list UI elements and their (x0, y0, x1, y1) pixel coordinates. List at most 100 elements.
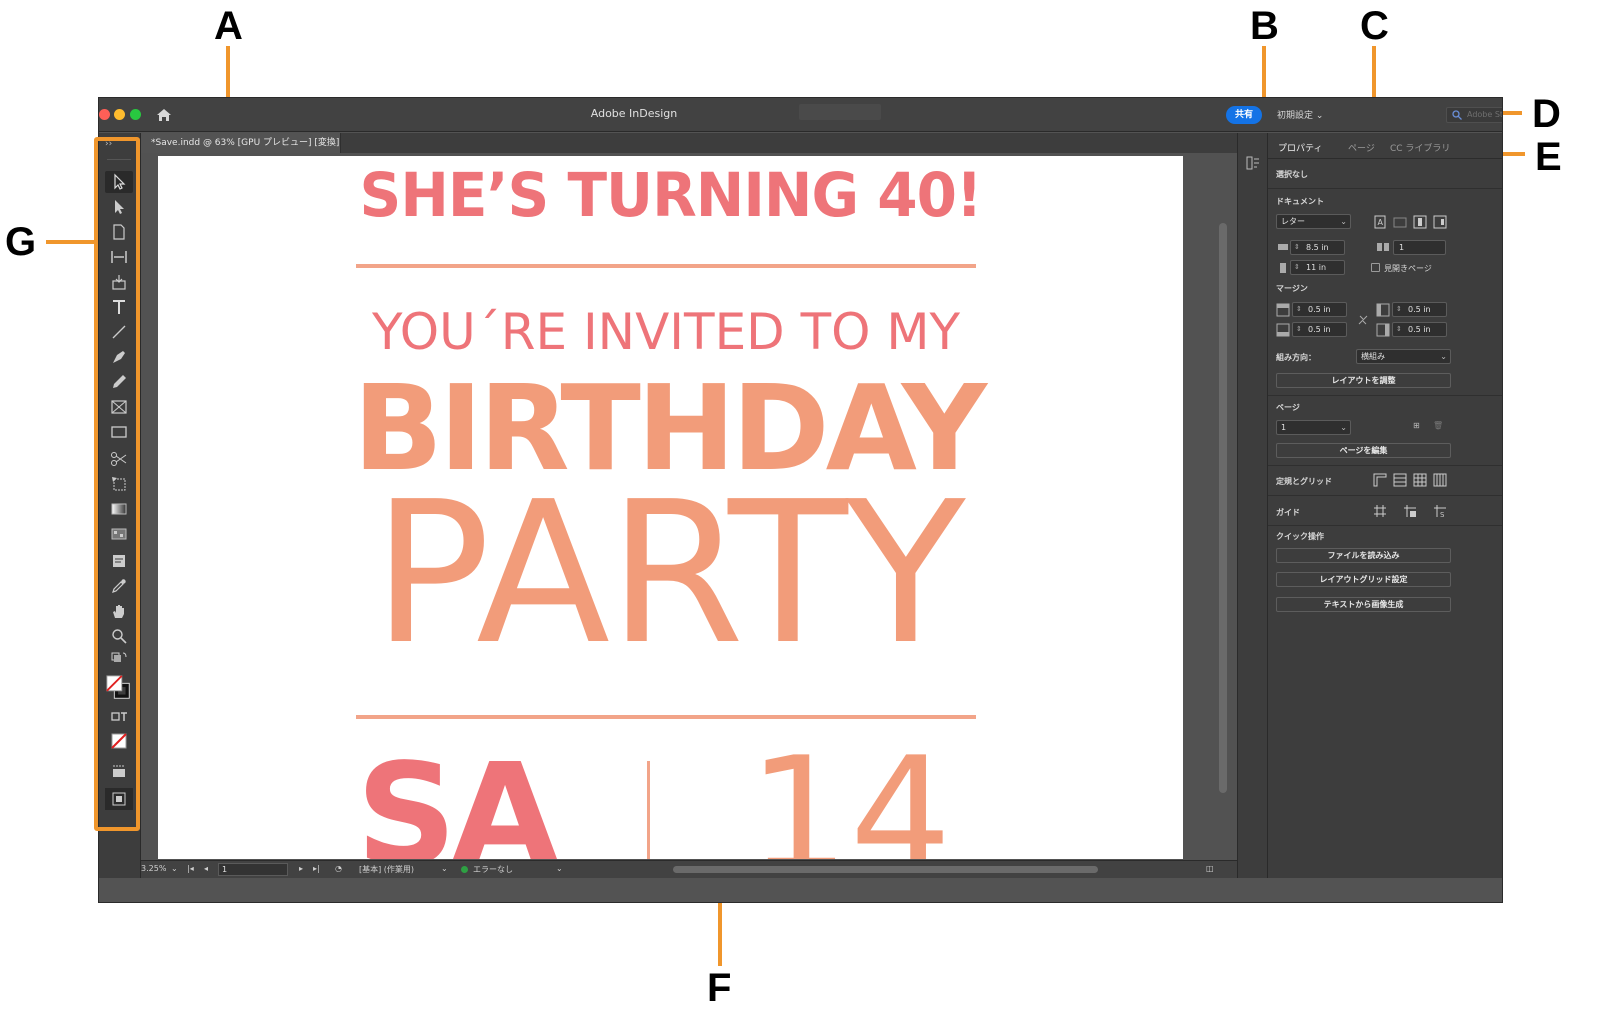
share-button[interactable]: 共有 (1226, 106, 1262, 124)
margin-left-field[interactable]: ⇕ 0.5 in (1392, 302, 1447, 317)
binding-right-icon[interactable] (1433, 215, 1447, 229)
svg-text:A: A (1378, 218, 1384, 227)
selection-status: 選択なし (1276, 170, 1308, 179)
properties-panel-icon[interactable] (1245, 155, 1261, 171)
margin-left-icon (1376, 303, 1390, 317)
margin-bottom-field[interactable]: ⇕ 0.5 in (1292, 322, 1347, 337)
horizontal-scrollbar[interactable] (673, 866, 1098, 873)
last-page-icon[interactable]: ▸| (313, 864, 320, 873)
height-field[interactable]: ⇕ 11 in (1290, 260, 1345, 275)
preflight-errors[interactable]: エラーなし (473, 864, 513, 875)
smart-guides-icon[interactable]: S (1433, 504, 1447, 518)
adjust-layout-button[interactable]: レイアウトを調整 (1276, 373, 1451, 388)
width-field[interactable]: ⇕ 8.5 in (1290, 240, 1345, 255)
window-bottom-strip (99, 878, 1502, 902)
errors-dropdown-icon[interactable]: ⌄ (556, 864, 563, 873)
adobe-stock-search[interactable]: Adobe Stock (1446, 107, 1503, 123)
page-size-value: レター (1281, 217, 1305, 226)
vertical-scrollbar[interactable] (1219, 223, 1227, 793)
page-size-select[interactable]: レター ⌄ (1276, 214, 1351, 229)
date-divider[interactable] (647, 761, 650, 859)
divider (1268, 188, 1502, 189)
stepper-icon: ⇕ (1396, 305, 1402, 313)
margin-top-field[interactable]: ⇕ 0.5 in (1292, 302, 1347, 317)
lock-guides-icon[interactable] (1403, 504, 1417, 518)
quick-actions-heading: クイック操作 (1276, 532, 1324, 541)
callout-g: G (5, 220, 37, 264)
pages-icon (1377, 243, 1389, 251)
edit-page-button[interactable]: ページを編集 (1276, 443, 1451, 458)
width-icon (1278, 244, 1288, 250)
pages-count-field[interactable]: 1 (1393, 240, 1446, 255)
landscape-icon[interactable] (1393, 215, 1407, 229)
import-file-button[interactable]: ファイルを読み込み (1276, 548, 1451, 563)
preflight-icon[interactable]: ◔ (335, 864, 342, 873)
baseline-grid-icon[interactable] (1393, 473, 1407, 487)
callout-g-line (46, 240, 96, 244)
link-margins-icon[interactable] (1356, 313, 1370, 327)
zoom-level[interactable]: 3.25% (141, 864, 166, 873)
callout-c: C (1360, 4, 1389, 48)
portrait-icon[interactable]: A (1373, 215, 1387, 229)
previous-page-icon[interactable]: ◂ (204, 864, 208, 873)
workspace-switcher[interactable]: 初期設定 ⌄ (1277, 108, 1323, 121)
chevron-down-icon: ⌄ (1340, 217, 1347, 226)
margin-bottom-value: 0.5 in (1308, 325, 1331, 334)
margin-top-value: 0.5 in (1308, 305, 1331, 314)
show-guides-icon[interactable] (1373, 504, 1387, 518)
pages-count-value: 1 (1399, 243, 1405, 252)
layout-grid-icon[interactable] (1433, 473, 1447, 487)
invitation-subheading[interactable]: YOU´RE INVITED TO MY (356, 303, 976, 361)
ruler-icon[interactable] (1373, 473, 1387, 487)
stepper-icon: ⇕ (1296, 325, 1302, 333)
callout-a: A (214, 4, 243, 48)
document-page[interactable]: SHE’S TURNING 40! YOU´RE INVITED TO MY B… (158, 156, 1183, 859)
chevron-down-icon: ⌄ (1440, 352, 1447, 361)
zoom-dropdown-icon[interactable]: ⌄ (171, 864, 178, 873)
title-search-field[interactable] (799, 104, 881, 120)
preflight-status-icon (461, 866, 468, 873)
profile-dropdown-icon[interactable]: ⌄ (441, 864, 448, 873)
document-grid-icon[interactable] (1413, 473, 1427, 487)
date-text[interactable]: 14 (748, 736, 952, 860)
party-text[interactable]: PARTY (353, 476, 983, 672)
tab-properties[interactable]: プロパティ (1278, 141, 1322, 154)
direction-value: 横組み (1361, 352, 1385, 361)
binding-left-icon[interactable] (1413, 215, 1427, 229)
top-rule[interactable] (356, 264, 976, 268)
margin-right-field[interactable]: ⇕ 0.5 in (1392, 322, 1447, 337)
page-select[interactable]: 1 ⌄ (1276, 420, 1351, 435)
chevron-down-icon: ⌄ (1340, 423, 1347, 432)
stepper-icon: ⇕ (1396, 325, 1402, 333)
first-page-icon[interactable]: |◂ (187, 864, 194, 873)
callout-e: E (1535, 135, 1562, 179)
search-icon (1452, 110, 1462, 120)
tab-cc-libraries[interactable]: CC ライブラリ (1390, 141, 1450, 154)
add-page-icon[interactable]: ⊞ (1413, 421, 1420, 430)
margin-heading: マージン (1276, 284, 1308, 293)
preflight-profile[interactable]: [基本] (作業用) (359, 864, 414, 875)
page-number-field[interactable]: 1 (218, 863, 288, 876)
invitation-headline[interactable]: SHE’S TURNING 40! (358, 159, 983, 230)
layout-grid-button[interactable]: レイアウトグリッド設定 (1276, 572, 1451, 587)
margin-left-value: 0.5 in (1408, 305, 1431, 314)
direction-select[interactable]: 横組み ⌄ (1356, 349, 1451, 364)
delete-page-icon[interactable]: 🗑 (1433, 421, 1443, 430)
callout-b: B (1250, 4, 1279, 48)
stock-placeholder: Adobe Stock (1467, 110, 1503, 119)
callout-c-line (1372, 46, 1376, 101)
tab-pages[interactable]: ページ (1348, 141, 1375, 154)
split-view-icon[interactable]: ◫ (1206, 864, 1214, 873)
svg-text:S: S (1440, 511, 1445, 518)
next-page-icon[interactable]: ▸ (299, 864, 303, 873)
height-value: 11 in (1306, 263, 1327, 272)
facing-pages-label: 見開きページ (1384, 264, 1432, 273)
chevron-down-icon: ⌄ (1315, 111, 1324, 121)
facing-pages-checkbox[interactable] (1371, 263, 1380, 272)
day-text[interactable]: SA (356, 746, 559, 860)
document-tab[interactable]: *Save.indd @ 63% [GPU プレビュー] [変換] (141, 133, 341, 153)
workspace-label: 初期設定 (1277, 111, 1314, 121)
title-bar: Adobe InDesign 共有 初期設定 ⌄ Adobe Stock (99, 98, 1502, 132)
bottom-rule[interactable] (356, 715, 976, 719)
text-to-image-button[interactable]: テキストから画像生成 (1276, 597, 1451, 612)
